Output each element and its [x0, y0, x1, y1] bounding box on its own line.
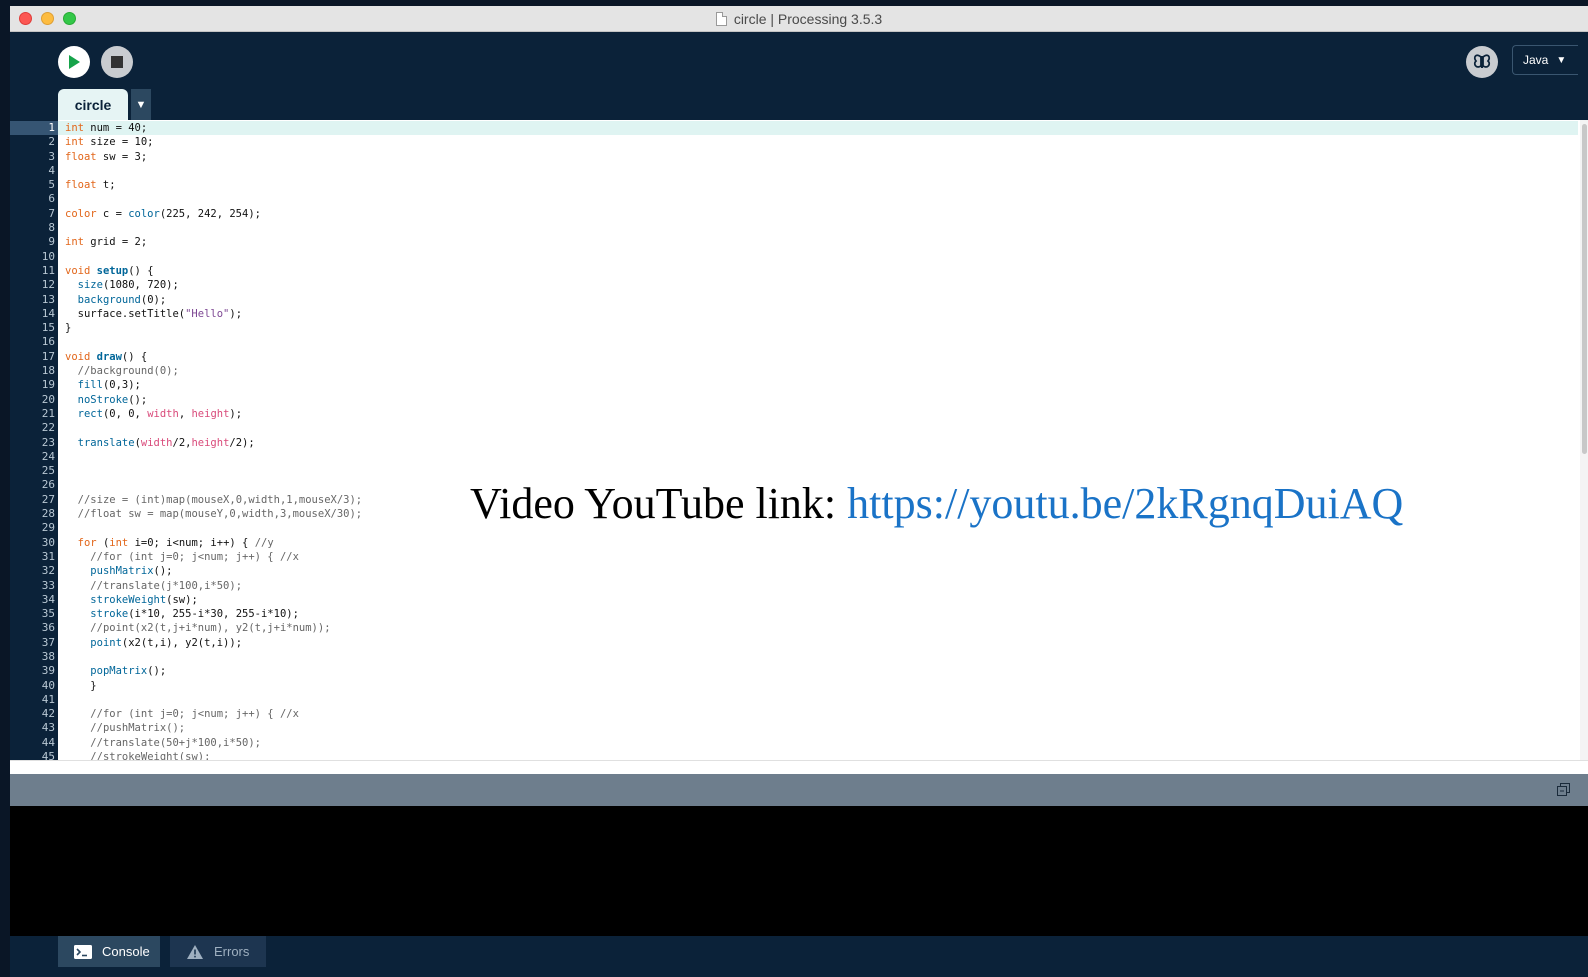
line-numbers: 1 2 3 4 5 6 7 8 9 10 11 12 13 14 15 16 17 18 19 20 21 22 23 24 2…: [10, 121, 55, 764]
run-button[interactable]: [58, 46, 90, 78]
line-number: 43: [41, 721, 55, 735]
window-title-area: circle | Processing 3.5.3: [10, 6, 1588, 31]
line-number: 9: [48, 235, 55, 249]
line-number: 22: [41, 421, 55, 435]
console-tab-label: Console: [102, 944, 150, 959]
warning-icon: [187, 944, 203, 959]
line-number: 1: [48, 121, 55, 134]
code-editor[interactable]: 1 2 3 4 5 6 7 8 9 10 11 12 13 14 15 16 17 18 19 20 21 22 23 24 2…: [10, 120, 1588, 763]
line-number-gutter: 1 2 3 4 5 6 7 8 9 10 11 12 13 14 15 16 17 18 19 20 21 22 23 24 2…: [10, 120, 58, 763]
line-number: 11: [41, 263, 55, 277]
line-number: 3: [48, 149, 55, 163]
tab-label: circle: [74, 96, 112, 113]
window-title: circle | Processing 3.5.3: [733, 10, 883, 27]
line-number: 35: [41, 607, 55, 621]
toolbar: Java ▼: [10, 32, 1588, 120]
line-number: 44: [41, 735, 55, 749]
copy-icon[interactable]: [1557, 783, 1570, 796]
line-number: 7: [48, 206, 55, 220]
line-number: 41: [41, 692, 55, 706]
line-number: 5: [48, 178, 55, 192]
line-number: 14: [41, 306, 55, 320]
code-area[interactable]: int num = 40; int size = 10; float sw = …: [58, 120, 1588, 760]
line-number: 10: [41, 249, 55, 263]
terminal-icon: [74, 944, 92, 959]
line-number: 38: [41, 649, 55, 663]
line-number: 36: [41, 621, 55, 635]
stop-button[interactable]: [101, 46, 133, 78]
line-number: 18: [41, 364, 55, 378]
line-number: 8: [48, 221, 55, 235]
line-number: 15: [41, 321, 55, 335]
line-number: 25: [41, 464, 55, 478]
status-bar: [10, 774, 1588, 806]
mode-selector[interactable]: Java ▼: [1512, 45, 1578, 75]
line-number: 27: [41, 492, 55, 506]
vertical-scrollbar[interactable]: [1580, 120, 1588, 760]
line-number: 26: [41, 478, 55, 492]
scrollbar-thumb[interactable]: [1582, 124, 1587, 454]
tab-errors[interactable]: Errors: [170, 936, 266, 967]
horizontal-scrollbar[interactable]: [10, 760, 1588, 775]
butterfly-icon: [1473, 54, 1491, 68]
line-number: 13: [41, 292, 55, 306]
document-icon: [715, 11, 727, 26]
line-number: 23: [41, 435, 55, 449]
errors-tab-label: Errors: [214, 944, 250, 959]
console-output[interactable]: [10, 806, 1588, 936]
play-icon: [69, 55, 80, 69]
line-number: 16: [41, 335, 55, 349]
line-number: 39: [41, 664, 55, 678]
line-number: 32: [41, 564, 55, 578]
tab-console[interactable]: Console: [58, 936, 160, 967]
source-code[interactable]: int num = 40; int size = 10; float sw = …: [65, 121, 362, 760]
line-number: 20: [41, 392, 55, 406]
line-number: 34: [41, 592, 55, 606]
title-bar: circle | Processing 3.5.3: [10, 6, 1588, 32]
line-number: 40: [41, 678, 55, 692]
line-number: 21: [41, 406, 55, 420]
chevron-down-icon: ▼: [1556, 54, 1567, 66]
debugger-button[interactable]: [1466, 46, 1498, 78]
video-link-overlay: Video YouTube link: https://youtu.be/2kR…: [470, 478, 1403, 529]
line-number: 31: [41, 549, 55, 563]
line-number: 42: [41, 707, 55, 721]
chevron-down-icon: ▼: [135, 98, 147, 111]
mode-label: Java: [1523, 53, 1549, 67]
stop-icon: [111, 56, 123, 68]
line-number: 17: [41, 349, 55, 363]
line-number: 28: [41, 507, 55, 521]
line-number: 33: [41, 578, 55, 592]
line-number: 30: [41, 535, 55, 549]
line-number: 19: [41, 378, 55, 392]
line-number: 24: [41, 449, 55, 463]
tab-circle[interactable]: circle: [58, 89, 128, 120]
line-number: 29: [41, 521, 55, 535]
line-number: 6: [48, 192, 55, 206]
processing-window: circle | Processing 3.5.3 Java ▼ circle …: [10, 6, 1588, 977]
line-number: 12: [41, 278, 55, 292]
youtube-link[interactable]: https://youtu.be/2kRgnqDuiAQ: [847, 479, 1403, 528]
bottom-tab-bar: Console Errors: [10, 936, 1588, 977]
tab-menu-button[interactable]: ▼: [131, 89, 151, 120]
line-number: 37: [41, 635, 55, 649]
line-number: 2: [48, 135, 55, 149]
line-number: 4: [48, 163, 55, 177]
overlay-prefix: Video YouTube link:: [470, 479, 848, 528]
